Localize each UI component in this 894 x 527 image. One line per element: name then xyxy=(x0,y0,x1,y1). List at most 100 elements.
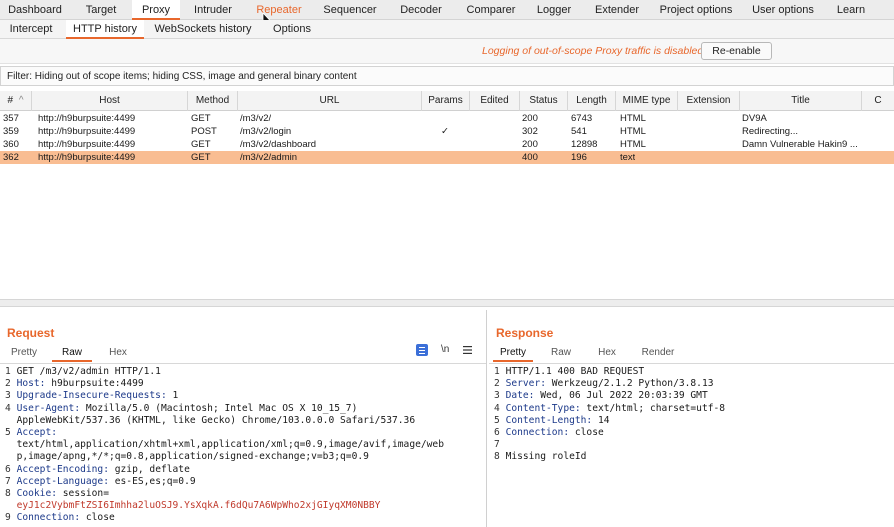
tab-proxy[interactable]: Proxy xyxy=(132,0,180,20)
col-header-url[interactable]: URL xyxy=(238,91,422,111)
line-number: 9 xyxy=(5,512,17,524)
line-text: gzip, deflate xyxy=(108,463,190,475)
line-text: p,image/apng,*/*;q=0.8,application/signe… xyxy=(16,451,369,463)
request-toolbar: \n xyxy=(416,344,472,358)
col-header-extension[interactable]: Extension xyxy=(678,91,740,111)
tab-dashboard[interactable]: Dashboard xyxy=(0,0,70,20)
line-text: Wed, 06 Jul 2022 20:03:39 GMT xyxy=(534,390,708,402)
col-header-comment[interactable]: C xyxy=(862,91,894,111)
response-tab-divider xyxy=(489,363,894,364)
header-name: Accept-Language: xyxy=(16,475,109,487)
request-view-tabs: Pretty Raw Hex xyxy=(0,344,486,362)
col-header-title[interactable]: Title xyxy=(740,91,862,111)
line-text: Mozilla/5.0 (Macintosh; Intel Mac OS X 1… xyxy=(80,402,358,414)
wrap-lines-icon[interactable] xyxy=(416,344,428,356)
col-header-method[interactable]: Method xyxy=(188,91,238,111)
cell-url: /m3/v2/admin xyxy=(240,152,298,163)
cell-mime: HTML xyxy=(620,139,646,150)
request-title: Request xyxy=(7,326,55,340)
subtab-http-history[interactable]: HTTP history xyxy=(66,20,144,39)
col-header-status[interactable]: Status xyxy=(520,91,568,111)
tab-decoder[interactable]: Decoder xyxy=(388,0,454,20)
response-code-line: 2 Server: Werkzeug/2.1.2 Python/3.8.13 xyxy=(494,378,725,390)
response-code-line: 1 HTTP/1.1 400 BAD REQUEST xyxy=(494,366,725,378)
cell-length: 12898 xyxy=(571,139,598,150)
line-number: 1 xyxy=(494,366,506,377)
subtab-intercept[interactable]: Intercept xyxy=(0,20,62,39)
response-tab-pretty[interactable]: Pretty xyxy=(493,344,533,362)
request-tab-pretty[interactable]: Pretty xyxy=(4,344,44,362)
cell-host: http://h9burpsuite:4499 xyxy=(38,139,136,150)
tab-comparer[interactable]: Comparer xyxy=(454,0,528,20)
request-code-line: 4 User-Agent: Mozilla/5.0 (Macintosh; In… xyxy=(5,403,444,415)
main-tab-bar: Dashboard Target Proxy Intruder Repeater… xyxy=(0,0,894,27)
col-header-number[interactable]: # ^ xyxy=(0,91,32,111)
cell-url: /m3/v2/ xyxy=(240,113,272,124)
response-code-line: 5 Content-Length: 14 xyxy=(494,415,725,427)
table-row[interactable]: 359 http://h9burpsuite:4499 POST /m3/v2/… xyxy=(0,125,894,138)
response-code-line: 8 Missing roleId xyxy=(494,451,725,463)
tab-intruder[interactable]: Intruder xyxy=(180,0,246,20)
col-header-mime-type[interactable]: MIME type xyxy=(616,91,678,111)
table-row[interactable]: 360 http://h9burpsuite:4499 GET /m3/v2/d… xyxy=(0,138,894,151)
subtab-websockets-history[interactable]: WebSockets history xyxy=(150,20,256,39)
col-header-host[interactable]: Host xyxy=(32,91,188,111)
cell-number: 359 xyxy=(3,126,19,137)
cell-title: DV9A xyxy=(742,113,767,124)
menu-icon[interactable] xyxy=(463,346,472,354)
response-pane: Response Pretty Raw Hex Render 1 HTTP/1.… xyxy=(489,310,894,527)
header-name: Host: xyxy=(16,378,46,390)
response-view-tabs: Pretty Raw Hex Render xyxy=(489,344,894,362)
filter-bar[interactable]: Filter: Hiding out of scope items; hidin… xyxy=(0,66,894,86)
tab-target[interactable]: Target xyxy=(70,0,132,20)
cell-params: ✓ xyxy=(441,126,449,137)
header-name: Server: xyxy=(505,378,546,390)
col-header-edited[interactable]: Edited xyxy=(470,91,520,111)
request-code-line: 6 Accept-Encoding: gzip, deflate xyxy=(5,464,444,476)
table-header: # ^ Host Method URL Params Edited Status… xyxy=(0,91,894,111)
response-title: Response xyxy=(496,326,554,340)
request-code-line: 5 Accept: xyxy=(5,427,444,439)
newline-toggle-icon[interactable]: \n xyxy=(441,344,449,355)
line-text: h9burpsuite:4499 xyxy=(45,378,144,390)
response-editor[interactable]: 1 HTTP/1.1 400 BAD REQUEST 2 Server: Werk… xyxy=(494,366,725,464)
col-header-params[interactable]: Params xyxy=(422,91,470,111)
line-number xyxy=(5,439,17,450)
request-code-line: 1 GET /m3/v2/admin HTTP/1.1 xyxy=(5,366,444,378)
response-tab-raw[interactable]: Raw xyxy=(541,344,581,362)
header-name: Content-Type: xyxy=(505,402,581,414)
tab-logger[interactable]: Logger xyxy=(528,0,580,20)
cell-url: /m3/v2/login xyxy=(240,126,292,137)
request-code-line: p,image/apng,*/*;q=0.8,application/signe… xyxy=(5,451,444,463)
line-number: 6 xyxy=(494,427,506,439)
request-editor[interactable]: 1 GET /m3/v2/admin HTTP/1.1 2 Host: h9bur… xyxy=(5,366,444,525)
response-tab-hex[interactable]: Hex xyxy=(587,344,627,362)
tab-repeater[interactable]: Repeater xyxy=(246,0,312,20)
re-enable-button[interactable]: Re-enable xyxy=(701,42,772,60)
request-pane: Request Pretty Raw Hex \n 1 GET /m3/v2/a… xyxy=(0,310,487,527)
cell-mime: HTML xyxy=(620,126,646,137)
tab-project-options[interactable]: Project options xyxy=(654,0,738,20)
subtab-options[interactable]: Options xyxy=(262,20,322,39)
request-code-line: 3 Upgrade-Insecure-Requests: 1 xyxy=(5,390,444,402)
header-name: Cookie: xyxy=(16,488,57,500)
table-row-selected[interactable]: 362 http://h9burpsuite:4499 GET /m3/v2/a… xyxy=(0,151,894,164)
pane-splitter[interactable] xyxy=(0,299,894,307)
line-text: session= xyxy=(57,488,109,500)
col-header-length[interactable]: Length xyxy=(568,91,616,111)
request-tab-hex[interactable]: Hex xyxy=(98,344,138,362)
tab-user-options[interactable]: User options xyxy=(738,0,828,20)
tab-extender[interactable]: Extender xyxy=(580,0,654,20)
line-text: Werkzeug/2.1.2 Python/3.8.13 xyxy=(546,378,714,390)
request-tab-raw[interactable]: Raw xyxy=(52,344,92,362)
line-text: GET /m3/v2/admin HTTP/1.1 xyxy=(16,366,161,377)
response-tab-render[interactable]: Render xyxy=(635,344,681,362)
cell-method: GET xyxy=(191,139,211,150)
line-number: 6 xyxy=(5,463,17,475)
tab-learn[interactable]: Learn xyxy=(828,0,874,20)
line-number: 4 xyxy=(5,402,17,414)
tab-sequencer[interactable]: Sequencer xyxy=(312,0,388,20)
request-code-line: 9 Connection: close xyxy=(5,512,444,524)
table-row[interactable]: 357 http://h9burpsuite:4499 GET /m3/v2/ … xyxy=(0,112,894,125)
line-number: 7 xyxy=(494,439,506,451)
